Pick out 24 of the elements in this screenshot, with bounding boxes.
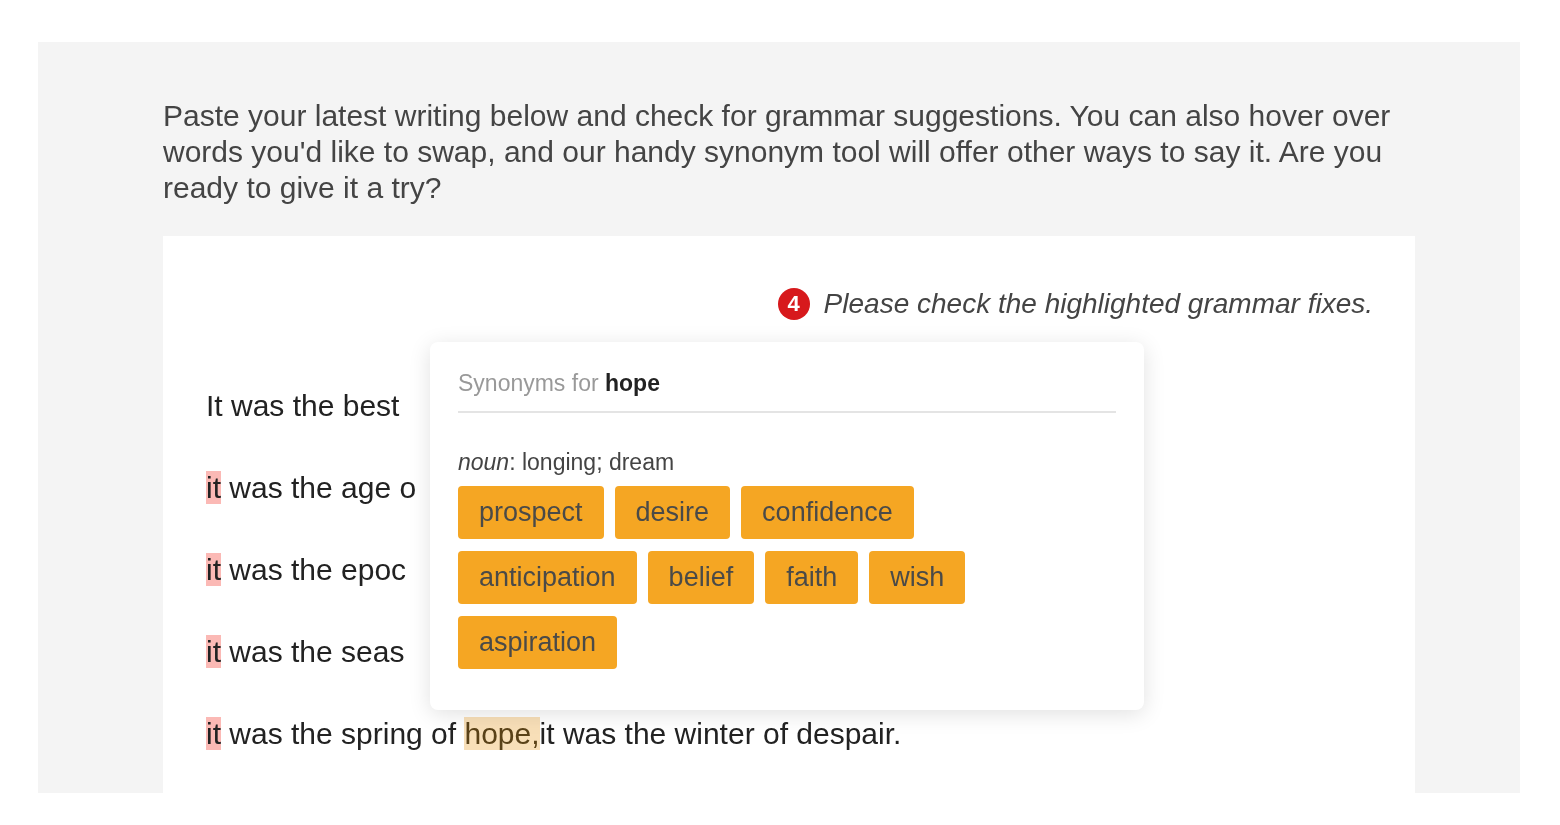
sentence-text: was the epoc: [228, 553, 407, 586]
issue-count-badge: 4: [777, 288, 810, 320]
definition-text: noun: longing; dream: [458, 449, 676, 476]
hovered-word[interactable]: hope,: [464, 717, 540, 750]
synonym-chip[interactable]: prospect: [458, 486, 604, 539]
synonym-chip[interactable]: faith: [765, 551, 859, 604]
synonym-chip[interactable]: belief: [647, 551, 755, 604]
popup-title: Synonyms for hope: [458, 370, 1116, 413]
flagged-word[interactable]: it: [206, 471, 221, 504]
sentence-text: was the seas: [228, 635, 405, 668]
synonym-chip[interactable]: anticipation: [458, 551, 637, 604]
synonym-chip[interactable]: wish: [869, 551, 966, 604]
sentence-text: It was the best: [206, 389, 400, 422]
synonym-chip[interactable]: aspiration: [458, 616, 618, 669]
grammar-message: Please check the highlighted grammar fixes.: [823, 288, 1373, 320]
flagged-word[interactable]: it: [206, 553, 221, 586]
synonym-chip[interactable]: confidence: [741, 486, 914, 539]
flagged-word[interactable]: it: [206, 635, 221, 668]
intro-text: Paste your latest writing below and check for grammar suggestions. You can also hover over words you'd like to swap, and our handy synonym tool will offer other ways to say it. Are you ready to give it a try?: [163, 98, 1392, 206]
sentence-text: was the age o: [228, 471, 417, 504]
sentence-text: it was the winter of despair.: [539, 717, 902, 750]
sentence-text: was the spring of: [228, 717, 458, 750]
flagged-word[interactable]: it: [206, 717, 221, 750]
synonym-chip[interactable]: desire: [614, 486, 731, 539]
